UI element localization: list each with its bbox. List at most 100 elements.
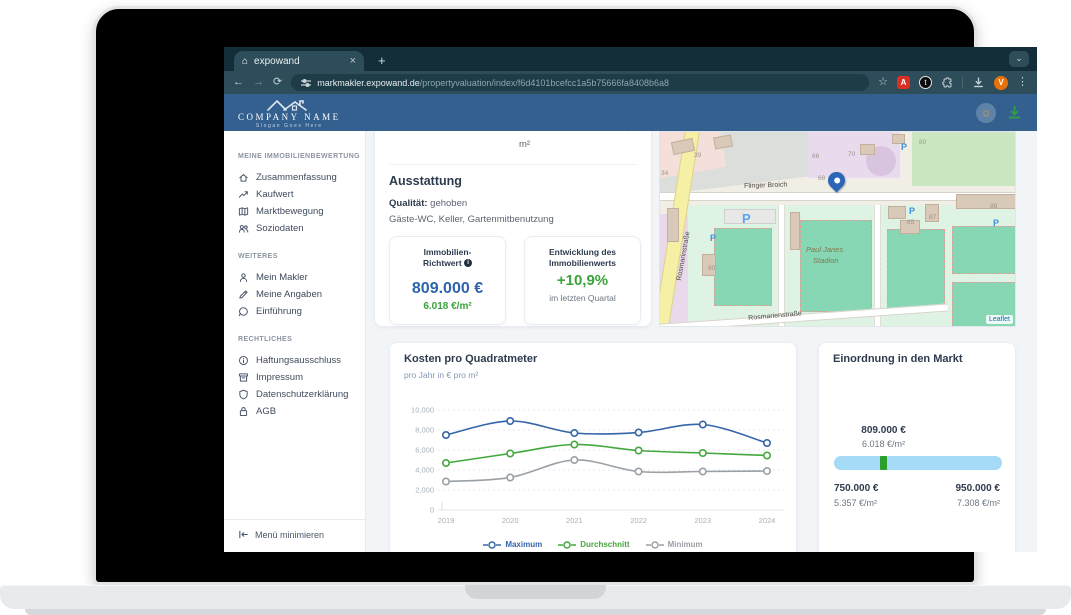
legend-item-durchschnitt[interactable]: Durchschnitt	[558, 540, 629, 549]
map-parking-icon: P	[710, 233, 716, 243]
legend-item-minimum[interactable]: Minimum	[646, 540, 703, 549]
map-field	[952, 226, 1016, 274]
chart-subtitle: pro Jahr in € pro m²	[404, 370, 478, 380]
company-logo[interactable]: COMPANY NAME Slogan Goes Here	[238, 97, 341, 129]
sidebar-item-label: Marktbewegung	[256, 206, 324, 217]
url-text: markmakler.expowand.de/propertyvaluation…	[317, 78, 669, 88]
svg-text:2020: 2020	[502, 516, 519, 525]
features-list: Gäste-WC, Keller, Gartenmitbenutzung	[389, 214, 554, 225]
home-favicon-icon: ⌂	[242, 56, 248, 67]
tab-close-icon[interactable]: ×	[350, 55, 356, 67]
map-building	[888, 206, 906, 219]
svg-text:10,000: 10,000	[411, 406, 434, 415]
downloads-icon[interactable]	[972, 76, 985, 89]
entwicklung-title: Entwicklung des Immobilienwerts	[525, 247, 640, 268]
map-attribution[interactable]: Leaflet	[986, 315, 1013, 324]
sidebar-item-agb[interactable]: AGB	[238, 403, 365, 420]
map-house-number: 66	[812, 153, 819, 160]
market-title: Einordnung in den Markt	[833, 353, 963, 365]
tab-search-chevron-icon[interactable]: ⌄	[1009, 51, 1029, 67]
sidebar-item-kaufwert[interactable]: Kaufwert	[238, 186, 365, 203]
company-name: COMPANY NAME	[238, 113, 341, 122]
sidebar-item-label: Soziodaten	[256, 223, 304, 234]
sidebar-item-soziodaten[interactable]: Soziodaten	[238, 220, 365, 237]
map-building	[667, 208, 679, 242]
sidebar-minimize-button[interactable]: Menü minimieren	[224, 519, 365, 552]
chart-legend: Maximum Durchschnitt Minimum	[390, 540, 796, 549]
sidebar-item-mein-makler[interactable]: Mein Makler	[238, 269, 365, 286]
browser-tab-expowand[interactable]: ⌂ expowand ×	[234, 51, 364, 71]
roofs-logo-icon	[264, 97, 314, 112]
download-report-icon[interactable]	[1006, 104, 1023, 121]
browser-window: ⌂ expowand × + ⌄ ← → ⟳	[224, 47, 1037, 552]
map-field	[714, 228, 772, 306]
laptop-mockup: ⌂ expowand × + ⌄ ← → ⟳	[0, 0, 1071, 615]
company-slogan: Slogan Goes Here	[256, 124, 323, 129]
laptop-base	[0, 585, 1071, 609]
richtwert-per-sqm: 6.018 €/m²	[390, 301, 505, 312]
richtwert-card: Immobilien- Richtwert i 809.000 € 6.018 …	[389, 236, 506, 325]
plot-area-detail: Grundstücksfläche: 335,00 m²	[519, 131, 641, 153]
sidebar-item-label: Mein Makler	[256, 272, 308, 283]
sidebar-item-zusammenfassung[interactable]: Zusammenfassung	[238, 169, 365, 186]
svg-text:4,000: 4,000	[415, 466, 434, 475]
map-house-number: 89	[990, 203, 997, 210]
archive-icon	[238, 372, 249, 383]
toolbar-divider	[962, 77, 963, 89]
map-house-number: 70	[848, 151, 855, 158]
forward-icon[interactable]: →	[253, 77, 264, 88]
profile-avatar[interactable]: V	[994, 76, 1008, 90]
legend-marker-icon	[558, 541, 576, 549]
features-section-title: Ausstattung	[389, 174, 462, 188]
legend-item-maximum[interactable]: Maximum	[483, 540, 542, 549]
sidebar-section-title: WEITERES	[238, 253, 365, 260]
map-house-number: 68	[818, 175, 825, 182]
user-icon	[238, 272, 249, 283]
reload-icon[interactable]: ⟳	[273, 77, 282, 88]
market-position-marker	[880, 456, 887, 470]
map-zone	[912, 131, 1016, 186]
sidebar-item-label: Haftungsausschluss	[256, 355, 341, 366]
map-house-number: 39	[694, 152, 701, 159]
extensions-puzzle-icon[interactable]	[941, 77, 953, 89]
pdf-extension-icon[interactable]: A	[897, 76, 910, 89]
legend-label: Maximum	[505, 540, 542, 549]
legend-marker-icon	[646, 541, 664, 549]
new-tab-button[interactable]: +	[378, 53, 386, 68]
users-icon	[238, 223, 249, 234]
svg-text:2019: 2019	[438, 516, 455, 525]
costs-line-chart[interactable]: 02,0004,0006,0008,00010,0002019202020212…	[390, 400, 798, 535]
location-map[interactable]: Flinger BroichRosmarinstraßeRosmarienstr…	[659, 131, 1016, 327]
url-bar[interactable]: markmakler.expowand.de/propertyvaluation…	[291, 74, 869, 91]
t-extension-icon[interactable]: t	[919, 76, 932, 89]
laptop-base-lip	[25, 609, 1046, 615]
svg-text:2024: 2024	[759, 516, 776, 525]
settings-sun-icon[interactable]: ☼	[976, 103, 996, 123]
sidebar-item-impressum[interactable]: Impressum	[238, 369, 365, 386]
info-icon[interactable]: i	[464, 259, 472, 267]
sidebar-item-haftungsausschluss[interactable]: Haftungsausschluss	[238, 352, 365, 369]
quality-detail: Qualität: gehoben	[389, 198, 467, 209]
back-icon[interactable]: ←	[233, 77, 244, 88]
sidebar-item-datenschutzerkl-rung[interactable]: Datenschutzerklärung	[238, 386, 365, 403]
map-parking-icon: P	[742, 211, 751, 226]
laptop-bezel: ⌂ expowand × + ⌄ ← → ⟳	[93, 6, 977, 585]
legend-label: Durchschnitt	[580, 540, 629, 549]
svg-text:6,000: 6,000	[415, 446, 434, 455]
info-icon	[238, 355, 249, 366]
bookmark-star-icon[interactable]: ☆	[878, 77, 888, 88]
sidebar-item-label: Datenschutzerklärung	[256, 389, 348, 400]
market-min-value: 750.000 € 5.357 €/m²	[834, 483, 879, 508]
browser-menu-icon[interactable]: ⋮	[1017, 77, 1028, 88]
svg-text:8,000: 8,000	[415, 426, 434, 435]
pen-icon	[238, 289, 249, 300]
legend-marker-icon	[483, 541, 501, 549]
costs-chart-card: Kosten pro Quadratmeter pro Jahr in € pr…	[389, 342, 797, 552]
sidebar-item-einf-hrung[interactable]: Einführung	[238, 303, 365, 320]
market-position-card: Einordnung in den Markt 809.000 € 6.018 …	[818, 342, 1016, 552]
entwicklung-card: Entwicklung des Immobilienwerts +10,9% i…	[524, 236, 641, 325]
sidebar-item-marktbewegung[interactable]: Marktbewegung	[238, 203, 365, 220]
market-range-bar	[834, 456, 1002, 470]
sidebar-item-meine-angaben[interactable]: Meine Angaben	[238, 286, 365, 303]
map-parking-icon: P	[993, 218, 999, 228]
